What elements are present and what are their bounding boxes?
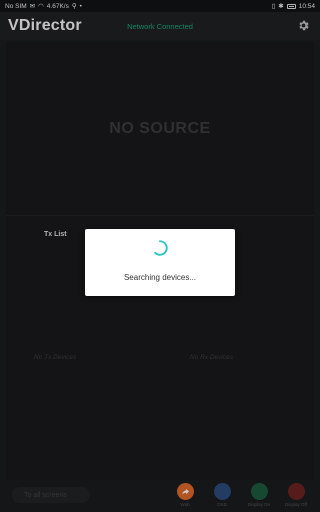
loading-spinner-icon [154, 240, 168, 256]
searching-dialog: Searching devices... [85, 229, 235, 296]
searching-message: Searching devices... [123, 273, 197, 282]
